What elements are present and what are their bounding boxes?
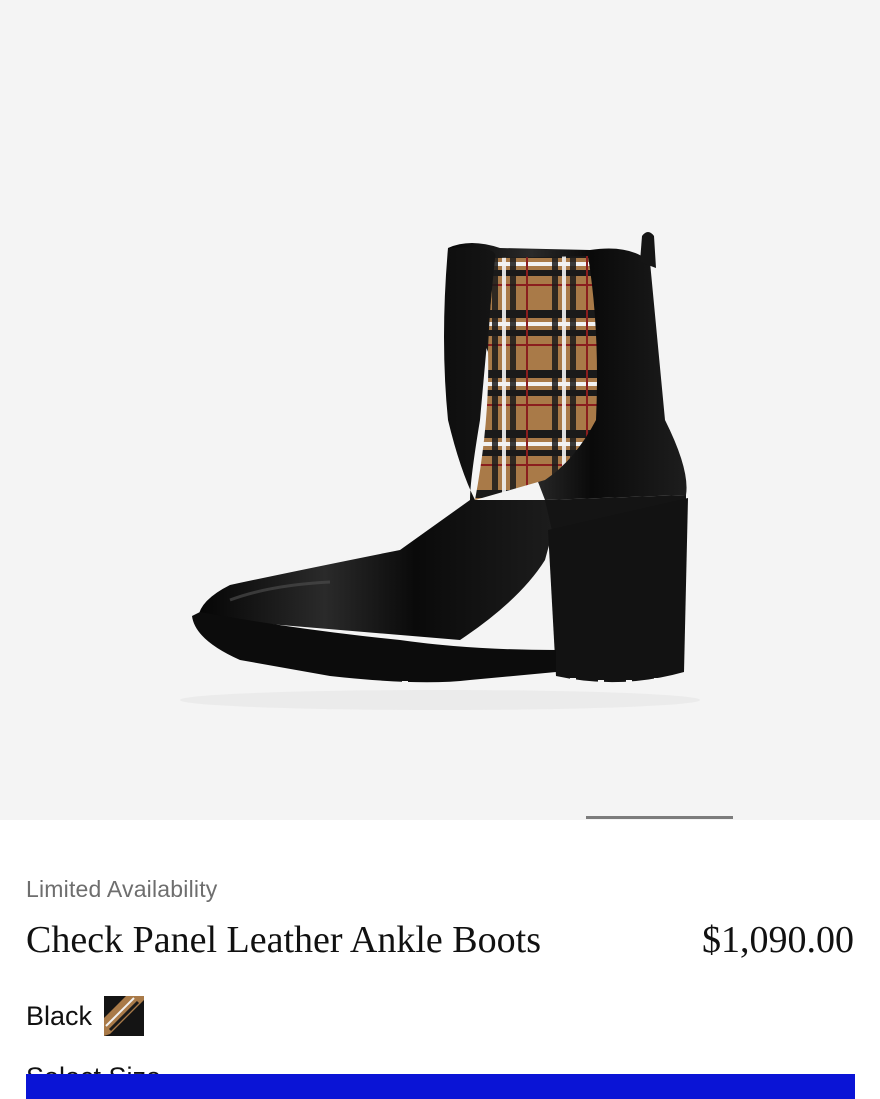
color-swatch-black[interactable] bbox=[104, 996, 145, 1036]
product-gallery[interactable] bbox=[0, 0, 880, 820]
product-name: Check Panel Leather Ankle Boots bbox=[26, 919, 541, 961]
product-title-row: Check Panel Leather Ankle Boots $1,090.0… bbox=[26, 918, 854, 962]
color-selector[interactable]: Black bbox=[26, 996, 145, 1036]
gallery-scroll-indicator bbox=[586, 816, 733, 819]
availability-label: Limited Availability bbox=[26, 876, 218, 902]
color-label: Black bbox=[26, 1000, 93, 1031]
add-to-bag-button[interactable] bbox=[26, 1074, 855, 1099]
product-image bbox=[180, 232, 700, 710]
product-page: Limited Availability Check Panel Leather… bbox=[0, 0, 880, 1099]
product-price: $1,090.00 bbox=[702, 919, 854, 961]
